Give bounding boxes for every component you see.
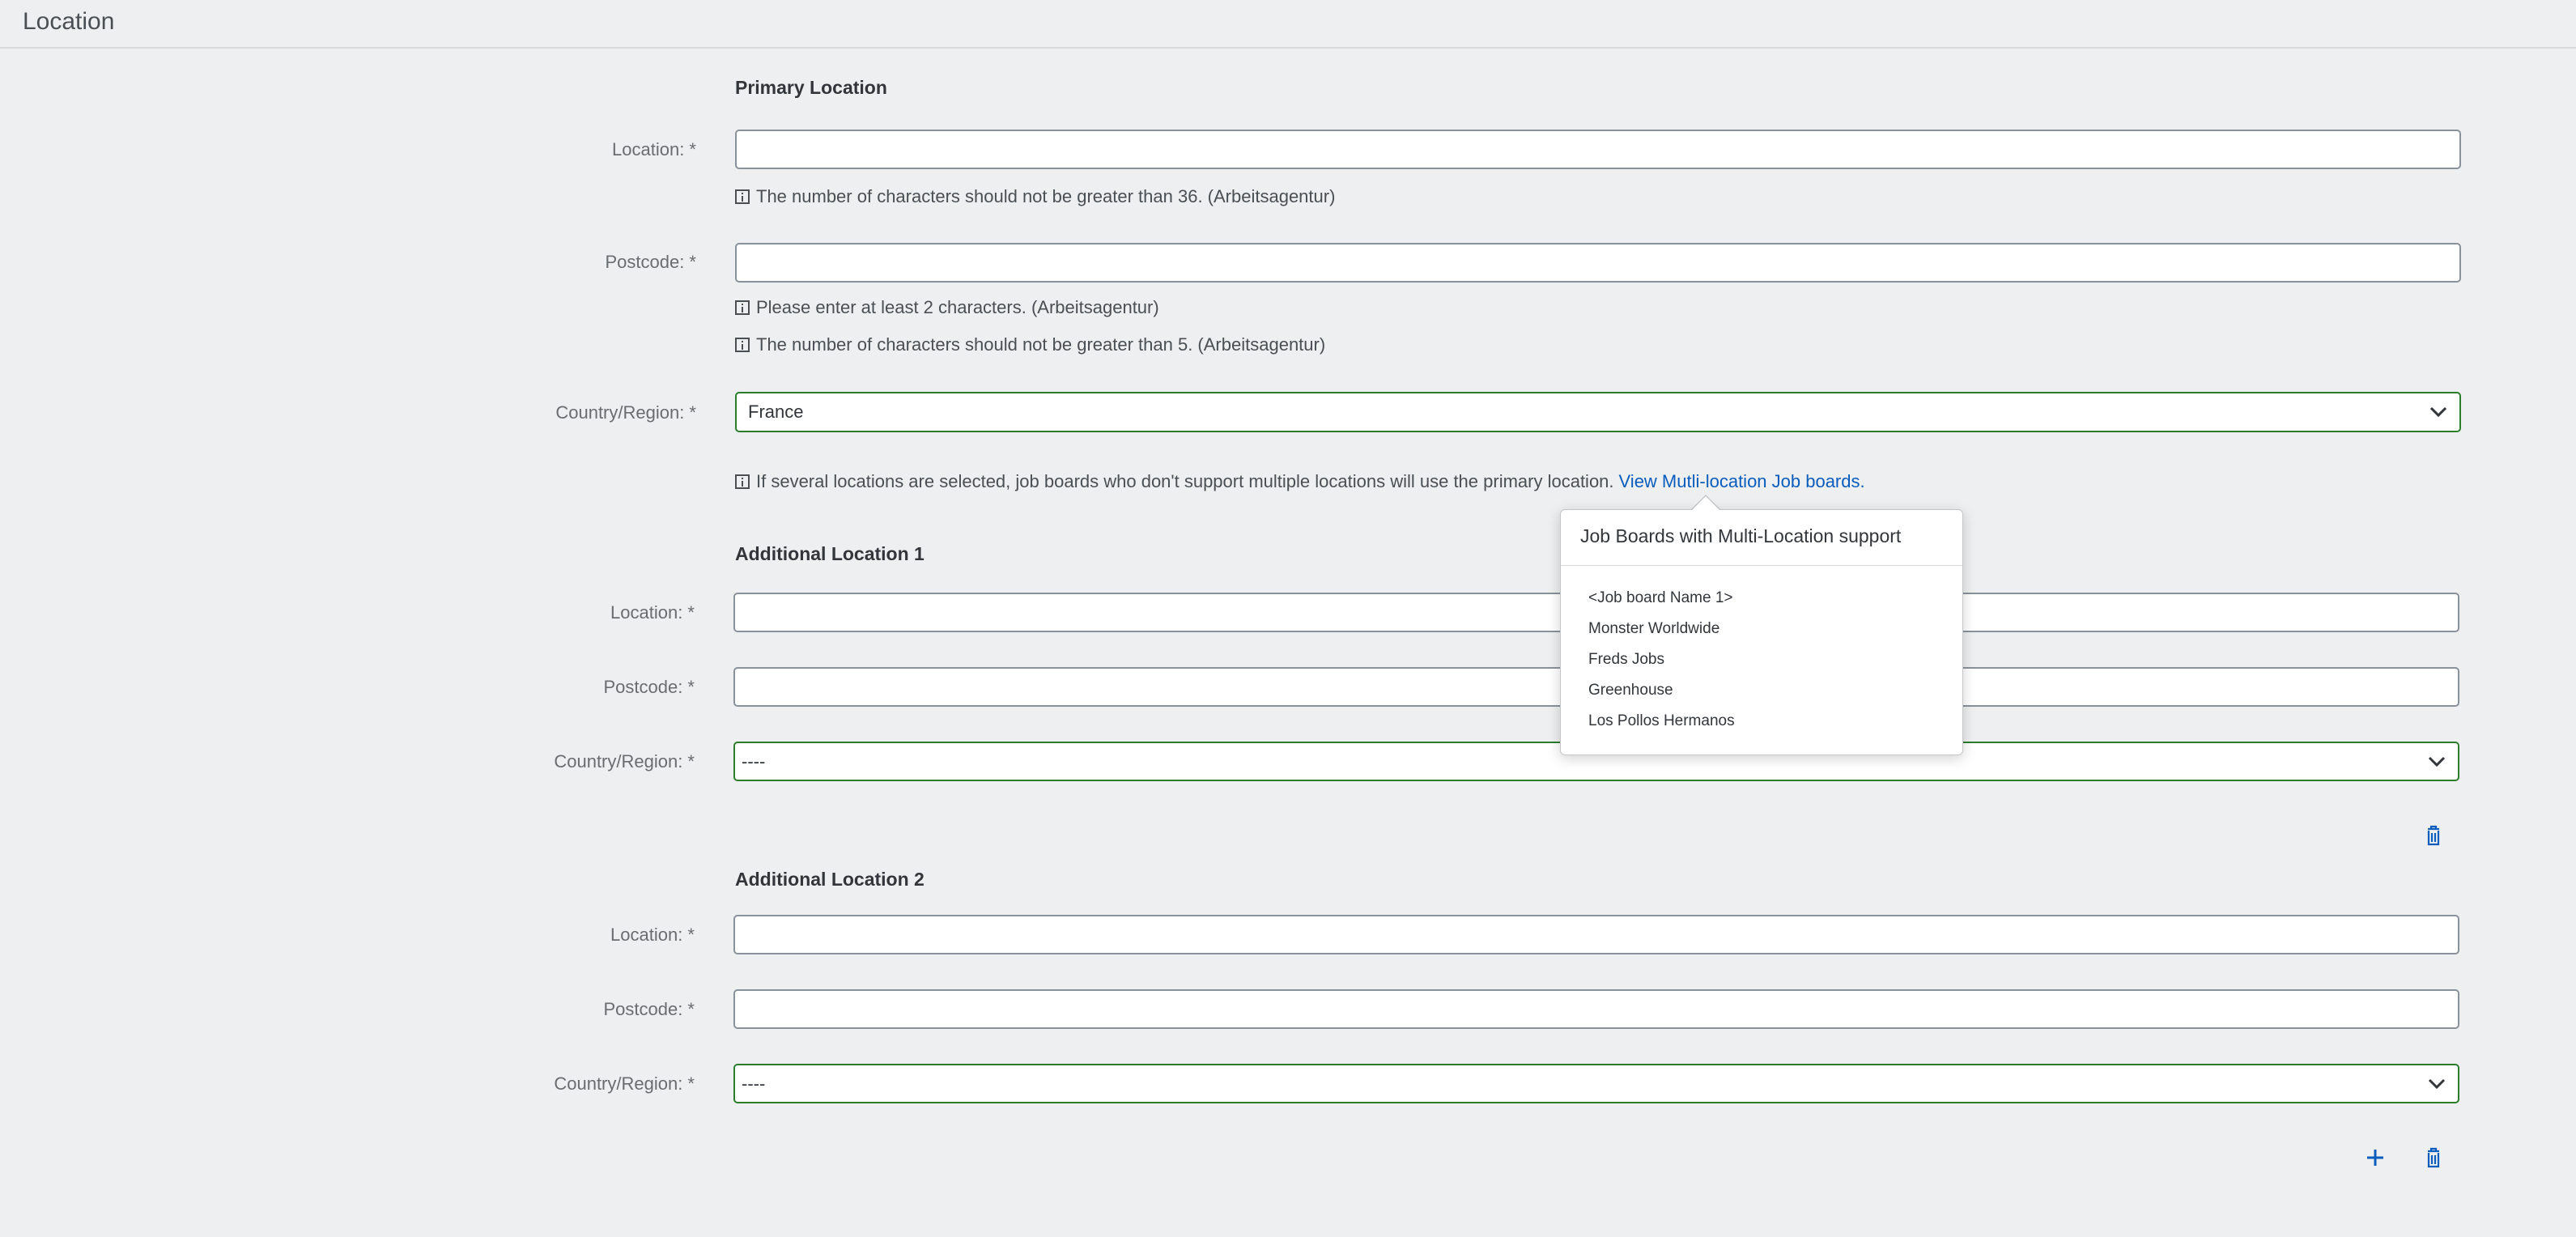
additional-1-postcode-label: Postcode: * xyxy=(603,677,695,697)
additional-1-country-value: ---- xyxy=(742,750,766,772)
delete-additional-2-icon[interactable] xyxy=(2419,1143,2448,1172)
delete-additional-1-icon[interactable] xyxy=(2419,821,2448,850)
additional-2-postcode-label: Postcode: * xyxy=(603,999,695,1019)
primary-country-select[interactable]: France xyxy=(735,392,2461,432)
popover-title: Job Boards with Multi-Location support xyxy=(1580,525,1902,546)
primary-location-input[interactable] xyxy=(735,130,2461,169)
primary-postcode-hint-1: Please enter at least 2 characters. (Arb… xyxy=(735,297,1159,318)
list-item[interactable]: <Job board Name 1> xyxy=(1588,583,1735,614)
primary-location-label: Location: * xyxy=(612,139,696,159)
multi-location-hint-text: If several locations are selected, job b… xyxy=(756,471,1614,491)
add-location-icon[interactable] xyxy=(2361,1143,2390,1172)
additional-2-postcode-input[interactable] xyxy=(733,989,2459,1029)
primary-location-title: Primary Location xyxy=(735,77,887,98)
chevron-down-icon xyxy=(2429,406,2447,418)
primary-location-hint-text: The number of characters should not be g… xyxy=(756,186,1336,206)
primary-postcode-hint-2-text: The number of characters should not be g… xyxy=(756,334,1326,355)
additional-1-location-label: Location: * xyxy=(610,602,695,623)
additional-2-location-input[interactable] xyxy=(733,915,2459,954)
view-multi-location-link[interactable]: View Mutli-location Job boards. xyxy=(1619,471,1865,492)
multi-location-hint: If several locations are selected, job b… xyxy=(735,471,1865,492)
section-title: Location xyxy=(23,8,115,35)
section-header: Location xyxy=(0,0,2576,49)
additional-2-country-select[interactable]: ---- xyxy=(733,1064,2459,1103)
list-item[interactable]: Los Pollos Hermanos xyxy=(1588,706,1735,737)
list-item[interactable]: Greenhouse xyxy=(1588,675,1735,706)
additional-location-2-title: Additional Location 2 xyxy=(735,869,925,890)
chevron-down-icon xyxy=(2428,756,2446,767)
multi-location-popover: Job Boards with Multi-Location support <… xyxy=(1560,509,1963,755)
info-icon xyxy=(735,300,750,315)
primary-country-value: France xyxy=(748,402,804,422)
popover-arrow-fill xyxy=(1692,496,1719,510)
additional-1-country-label: Country/Region: * xyxy=(554,751,695,772)
additional-2-country-value: ---- xyxy=(742,1073,766,1094)
primary-postcode-hint-1-text: Please enter at least 2 characters. (Arb… xyxy=(756,297,1159,317)
info-icon xyxy=(735,338,750,352)
chevron-down-icon xyxy=(2428,1078,2446,1089)
primary-postcode-hint-2: The number of characters should not be g… xyxy=(735,334,1325,355)
info-icon xyxy=(735,189,750,204)
job-board-list: <Job board Name 1> Monster Worldwide Fre… xyxy=(1588,583,1735,737)
popover-divider xyxy=(1561,565,1962,566)
info-icon xyxy=(735,474,750,489)
primary-country-label: Country/Region: * xyxy=(555,402,696,423)
list-item[interactable]: Monster Worldwide xyxy=(1588,614,1735,644)
additional-location-1-title: Additional Location 1 xyxy=(735,543,925,564)
primary-location-hint: The number of characters should not be g… xyxy=(735,186,1335,207)
additional-2-location-label: Location: * xyxy=(610,925,695,945)
primary-postcode-input[interactable] xyxy=(735,243,2461,283)
primary-postcode-label: Postcode: * xyxy=(605,252,696,272)
additional-2-country-label: Country/Region: * xyxy=(554,1073,695,1094)
list-item[interactable]: Freds Jobs xyxy=(1588,644,1735,675)
